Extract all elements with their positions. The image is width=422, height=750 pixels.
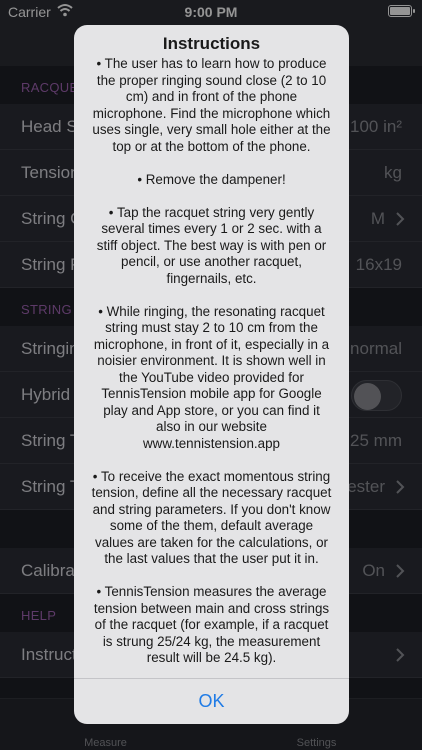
alert-paragraph: • The user has to learn how to produce t… <box>92 56 331 154</box>
alert-paragraph: • Remove the dampener! <box>137 171 286 187</box>
alert-title: Instructions <box>162 34 261 53</box>
instructions-alert: Instructions • The user has to learn how… <box>74 25 349 724</box>
alert-paragraph: • Tap the racquet string very gently sev… <box>96 204 327 286</box>
alert-message[interactable]: • The user has to learn how to produce t… <box>74 56 349 678</box>
ok-button[interactable]: OK <box>74 679 349 724</box>
alert-paragraph: • TennisTension measures the average ten… <box>93 584 330 665</box>
alert-paragraph: • To receive the exact momentous string … <box>91 468 332 567</box>
alert-paragraph: • While ringing, the resonating racquet … <box>93 303 330 451</box>
